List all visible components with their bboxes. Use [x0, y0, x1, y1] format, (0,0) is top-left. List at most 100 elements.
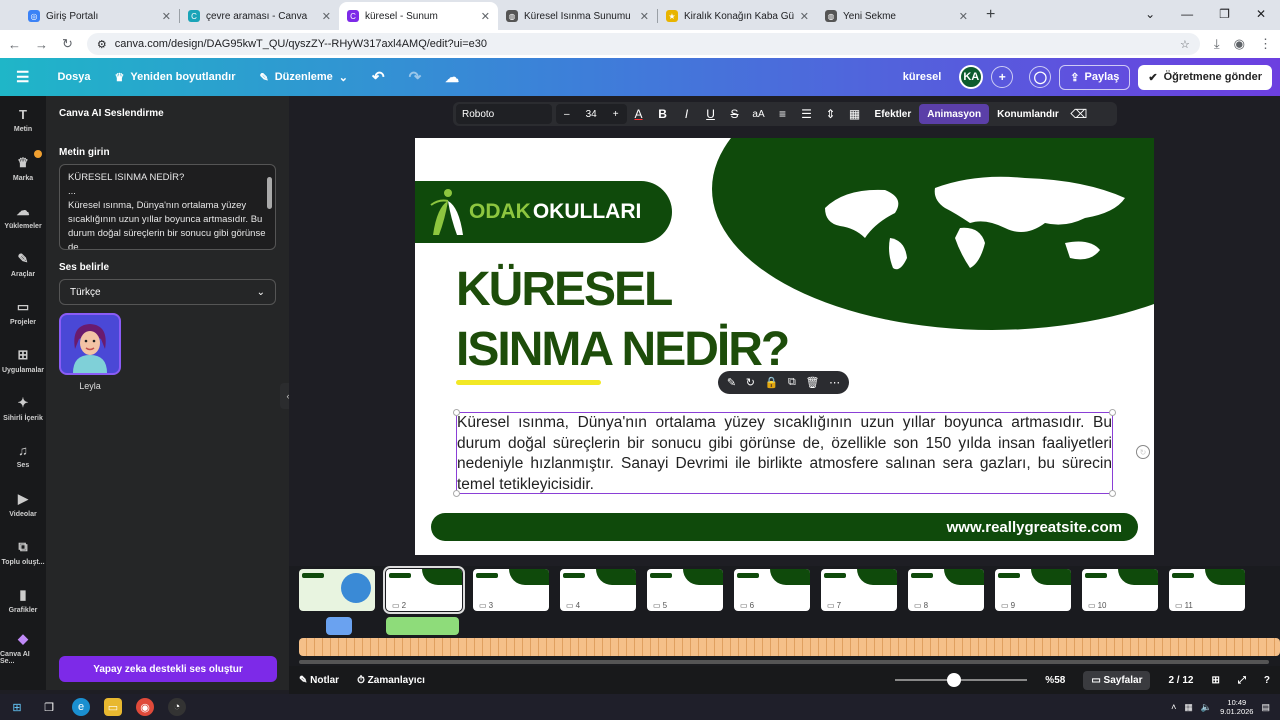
rail-item-apps[interactable]: ⊞ Uygulamalar [0, 336, 46, 384]
yellow-underline-shape[interactable] [456, 380, 601, 385]
minimize-icon[interactable]: — [1181, 7, 1193, 21]
windows-start-icon[interactable]: ⊞ [8, 698, 26, 716]
profile-icon[interactable]: ◉ [1234, 36, 1245, 52]
rail-item-magic[interactable]: ✦ Sihirli İçerik [0, 384, 46, 432]
close-icon[interactable]: ✕ [640, 10, 649, 23]
page-thumbnail[interactable]: ▭ 3 [473, 569, 549, 611]
new-tab-button[interactable]: + [976, 6, 1005, 30]
rail-item-charts[interactable]: ▮ Grafikler [0, 576, 46, 624]
close-icon[interactable]: ✕ [481, 10, 490, 23]
bold-button[interactable]: B [651, 107, 675, 121]
trash-icon[interactable]: 🗑 [806, 376, 820, 389]
paint-format-icon[interactable]: ⌫ [1067, 107, 1091, 121]
forward-icon[interactable]: → [35, 37, 48, 52]
bookmark-star-icon[interactable]: ☆ [1180, 38, 1190, 51]
font-size-decrease[interactable]: – [564, 109, 570, 120]
font-size-increase[interactable]: + [613, 109, 619, 120]
browser-tab[interactable]: ◎ Giriş Portalı ✕ [20, 2, 179, 30]
avatar[interactable]: KA [959, 65, 984, 89]
rotate-handle-icon[interactable]: ↻ [1136, 445, 1150, 459]
school-logo[interactable]: ODAK OKULLARI [415, 181, 672, 243]
world-map-graphic[interactable] [795, 168, 1145, 278]
notification-icon[interactable]: ▤ [1261, 702, 1270, 713]
volume-icon[interactable]: 🔈 [1201, 702, 1212, 713]
magic-edit-icon[interactable]: ✎ [727, 376, 736, 389]
redo-button[interactable]: ↷ [397, 58, 434, 96]
zoom-value[interactable]: %58 [1045, 675, 1065, 686]
cloud-save-icon[interactable]: ☁ [433, 58, 471, 96]
page-thumbnail[interactable]: ▭ 7 [821, 569, 897, 611]
pages-button[interactable]: ▭ Sayfalar [1083, 670, 1151, 690]
slide-title[interactable]: KÜRESEL ISINMA NEDİR? [456, 260, 790, 380]
audio-clip[interactable] [326, 617, 352, 635]
hamburger-menu-icon[interactable]: ☰ [0, 58, 45, 96]
rail-item-brand[interactable]: ♛ Marka [0, 144, 46, 192]
task-view-icon[interactable]: ❐ [40, 698, 58, 716]
undo-button[interactable]: ↶ [360, 58, 397, 96]
rail-item-audio[interactable]: ♫ Ses [0, 432, 46, 480]
resize-button[interactable]: ♛ Yeniden boyutlandır [102, 58, 247, 96]
back-icon[interactable]: ← [8, 37, 21, 52]
list-icon[interactable]: ☰ [795, 107, 819, 121]
add-collaborator-button[interactable]: + [991, 66, 1014, 88]
close-icon[interactable]: ✕ [322, 10, 331, 23]
rail-item-text[interactable]: T Metin [0, 96, 46, 144]
zoom-slider[interactable] [895, 673, 1028, 687]
font-selector[interactable]: Roboto [456, 104, 552, 124]
voice-avatar-leyla[interactable] [59, 313, 121, 375]
effects-button[interactable]: Efektler [867, 109, 920, 120]
align-center-icon[interactable]: ≡ [771, 107, 795, 121]
voiceover-text-area[interactable]: KÜRESEL ISINMA NEDİR? ... Küresel ısınma… [59, 164, 276, 250]
refresh-icon[interactable]: ↻ [746, 376, 755, 389]
grid-view-icon[interactable]: ⊞ [1212, 675, 1220, 686]
chevron-up-icon[interactable]: ˄ [1171, 702, 1176, 712]
textarea-scrollbar[interactable] [267, 177, 272, 209]
rail-item-bulk-create[interactable]: ⧉ Toplu oluşt... [0, 528, 46, 576]
page-thumbnail[interactable]: ▭ 4 [560, 569, 636, 611]
generate-voice-button[interactable]: Yapay zeka destekli ses oluştur [59, 656, 277, 682]
website-footer-bar[interactable]: www.reallygreatsite.com [431, 513, 1138, 541]
chrome-browser-icon[interactable]: ◉ [136, 698, 154, 716]
reload-icon[interactable]: ↻ [62, 36, 73, 52]
menu-dots-icon[interactable]: ⋮ [1259, 36, 1272, 52]
file-explorer-icon[interactable]: ▭ [104, 698, 122, 716]
page-thumbnail[interactable]: ▭ 11 [1169, 569, 1245, 611]
font-size-value[interactable]: 34 [586, 109, 597, 120]
browser-tab[interactable]: ◍ Küresel Isınma Sunumu ✕ [498, 2, 657, 30]
close-icon[interactable]: ✕ [959, 10, 968, 23]
notes-button[interactable]: ✎ Notlar [299, 675, 339, 686]
fullscreen-icon[interactable]: ⤢ [1238, 675, 1246, 686]
send-to-teacher-button[interactable]: ✔ Öğretmene gönder [1138, 64, 1272, 90]
rail-item-tools[interactable]: ✎ Araçlar [0, 240, 46, 288]
edit-mode-button[interactable]: ✎ Düzenleme ⌄ [247, 58, 360, 96]
resize-handle[interactable] [1109, 409, 1116, 416]
rail-item-ai-voice[interactable]: ◆ Canva AI Se... [0, 624, 46, 672]
strikethrough-button[interactable]: S [723, 107, 747, 121]
help-icon[interactable]: ? [1264, 675, 1270, 686]
browser-tab-active[interactable]: Cküresel - Sunum ✕ [339, 2, 498, 30]
chevron-down-icon[interactable]: ⌄ [1145, 7, 1155, 21]
browser-tab[interactable]: Cçevre araması - Canva ✕ [180, 2, 339, 30]
document-name[interactable]: küresel [903, 71, 942, 83]
comment-icon[interactable]: ◯ [1029, 66, 1052, 88]
page-thumbnail[interactable]: ▭ 10 [1082, 569, 1158, 611]
timer-button[interactable]: ⏱ Zamanlayıcı [357, 675, 425, 686]
rail-item-videos[interactable]: ▶ Videolar [0, 480, 46, 528]
file-menu-button[interactable]: Dosya [45, 58, 102, 96]
page-thumbnail-selected[interactable]: ▭ 2 [383, 566, 465, 614]
network-icon[interactable]: ▦ [1184, 702, 1193, 713]
timeline-scrollbar[interactable] [299, 660, 1269, 664]
resize-handle[interactable] [453, 409, 460, 416]
edge-browser-icon[interactable]: e [72, 698, 90, 716]
page-thumbnail[interactable]: ▭ 9 [995, 569, 1071, 611]
browser-tab[interactable]: ★ Kiralık Konağın Kaba Güldürüsü ✕ [658, 2, 817, 30]
resize-handle[interactable] [1109, 490, 1116, 497]
url-field[interactable]: ⚙ canva.com/design/DAG95kwT_QU/qyszZY--R… [86, 33, 1200, 55]
site-info-icon[interactable]: ⚙ [97, 38, 107, 51]
language-select[interactable]: Türkçe ⌄ [59, 279, 276, 305]
browser-tab[interactable]: ◍ Yeni Sekme ✕ [817, 2, 976, 30]
duplicate-icon[interactable]: ⧉ [788, 376, 796, 389]
letter-case-button[interactable]: aA [747, 109, 771, 120]
spacing-icon[interactable]: ⇕ [819, 107, 843, 121]
body-text-box[interactable]: Küresel ısınma, Dünya'nın ortalama yüzey… [456, 412, 1113, 494]
